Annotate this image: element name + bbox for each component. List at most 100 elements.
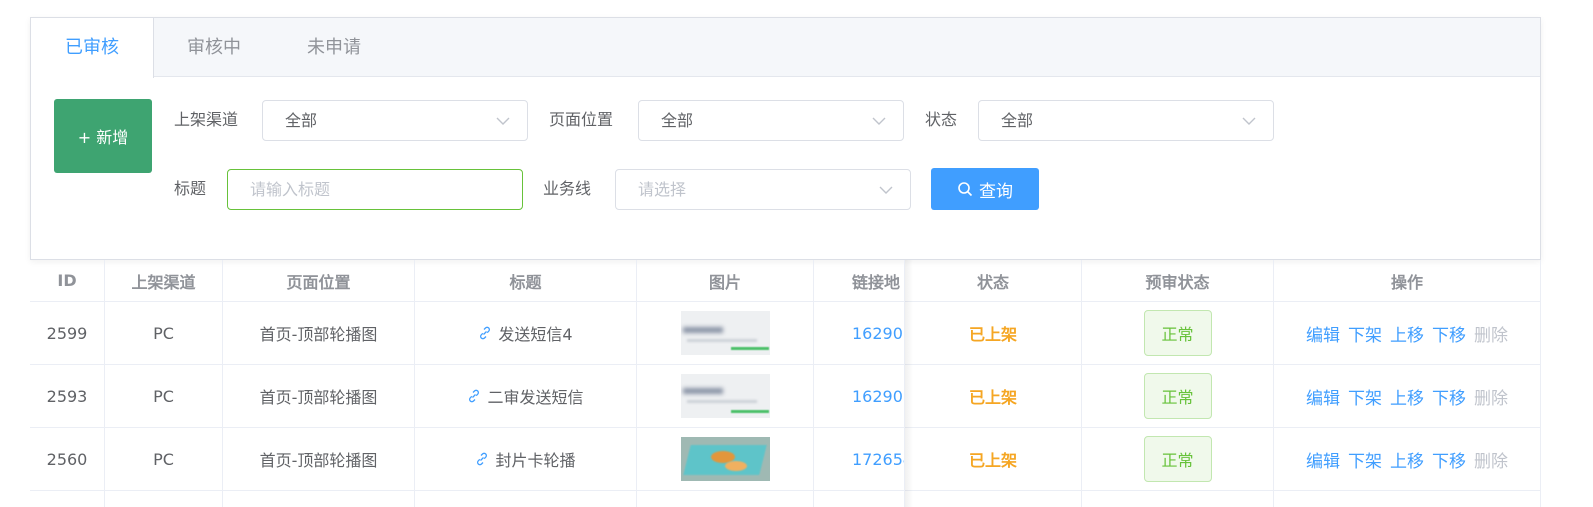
header-image: 图片 <box>637 260 814 301</box>
business-select[interactable]: 请选择 <box>615 169 911 210</box>
cell-title: 二审发送短信 <box>415 365 637 427</box>
cell-empty <box>905 491 1082 507</box>
title-input[interactable]: 请输入标题 <box>227 169 523 210</box>
cell-empty <box>415 491 637 507</box>
cell-id: 2599 <box>30 302 105 364</box>
cell-link[interactable]: 162907 <box>814 365 905 427</box>
review-tag: 正常 <box>1143 310 1212 356</box>
cell-link-text[interactable]: 162907 <box>852 324 904 343</box>
business-select-placeholder: 请选择 <box>638 180 687 199</box>
delete-button[interactable]: 删除 <box>1474 321 1508 346</box>
take-down-button[interactable]: 下架 <box>1348 447 1382 472</box>
link-icon <box>477 452 488 466</box>
take-down-button[interactable]: 下架 <box>1348 384 1382 409</box>
table-row: 2560 PC 首页-顶部轮播图 封片卡轮播 172654 已上架 正常 编辑 … <box>30 428 1541 491</box>
fixed-column-shadow <box>905 260 913 507</box>
table-row: 2593 PC 首页-顶部轮播图 二审发送短信 162907 已上架 正常 编辑… <box>30 365 1541 428</box>
cell-empty <box>105 491 223 507</box>
cell-status: 已上架 <box>905 302 1082 364</box>
cell-title-text: 发送短信4 <box>498 325 573 344</box>
cell-title-text: 封片卡轮播 <box>495 451 576 470</box>
tab-not-applied[interactable]: 未申请 <box>274 18 394 77</box>
cell-empty <box>637 491 814 507</box>
cell-empty <box>1082 491 1274 507</box>
header-title: 标题 <box>415 260 637 301</box>
cell-image <box>637 365 814 427</box>
tab-approved[interactable]: 已审核 <box>31 18 154 78</box>
tab-reviewing[interactable]: 审核中 <box>154 18 274 77</box>
cell-link-text[interactable]: 172654 <box>852 450 904 469</box>
move-down-button[interactable]: 下移 <box>1432 321 1466 346</box>
table-header: ID 上架渠道 页面位置 标题 图片 链接地 状态 预审状态 操作 <box>30 260 1541 302</box>
delete-button[interactable]: 删除 <box>1474 384 1508 409</box>
position-label: 页面位置 <box>549 110 614 129</box>
move-up-button[interactable]: 上移 <box>1390 447 1424 472</box>
cell-ops: 编辑 下架 上移 下移 删除 <box>1274 428 1541 490</box>
cell-ops: 编辑 下架 上移 下移 删除 <box>1274 302 1541 364</box>
chevron-down-icon <box>872 117 886 125</box>
channel-select-value: 全部 <box>285 111 318 130</box>
cell-review: 正常 <box>1082 365 1274 427</box>
cell-link[interactable]: 162907 <box>814 302 905 364</box>
cell-title: 封片卡轮播 <box>415 428 637 490</box>
position-select[interactable]: 全部 <box>638 100 904 141</box>
header-channel: 上架渠道 <box>105 260 223 301</box>
review-tag: 正常 <box>1143 436 1212 482</box>
link-icon <box>480 326 491 340</box>
edit-button[interactable]: 编辑 <box>1306 447 1340 472</box>
title-input-placeholder: 请输入标题 <box>250 180 331 199</box>
cell-position: 首页-顶部轮播图 <box>223 302 415 364</box>
edit-button[interactable]: 编辑 <box>1306 321 1340 346</box>
table-row-partial <box>30 491 1541 507</box>
header-ops: 操作 <box>1274 260 1541 301</box>
search-icon <box>958 182 973 197</box>
cell-link-text[interactable]: 162907 <box>852 387 904 406</box>
cell-image <box>637 428 814 490</box>
cell-position: 首页-顶部轮播图 <box>223 428 415 490</box>
chevron-down-icon <box>496 117 510 125</box>
thumbnail-image[interactable] <box>680 374 770 418</box>
header-position: 页面位置 <box>223 260 415 301</box>
cell-review: 正常 <box>1082 302 1274 364</box>
thumbnail-image[interactable] <box>680 311 770 355</box>
move-down-button[interactable]: 下移 <box>1432 384 1466 409</box>
chevron-down-icon <box>1242 117 1256 125</box>
status-text: 已上架 <box>968 451 1017 470</box>
cell-title-text: 二审发送短信 <box>487 388 584 407</box>
cell-empty <box>1274 491 1541 507</box>
cell-empty <box>223 491 415 507</box>
filter-card: 已审核 审核中 未申请 + 新增 上架渠道 全部 页面位置 全部 状态 全部 标… <box>30 17 1541 260</box>
header-id: ID <box>30 260 105 301</box>
header-link: 链接地 <box>814 260 905 301</box>
header-review: 预审状态 <box>1082 260 1274 301</box>
status-label: 状态 <box>925 110 958 129</box>
move-up-button[interactable]: 上移 <box>1390 384 1424 409</box>
title-label: 标题 <box>174 179 207 198</box>
business-label: 业务线 <box>543 179 592 198</box>
review-tag: 正常 <box>1143 373 1212 419</box>
move-up-button[interactable]: 上移 <box>1390 321 1424 346</box>
cell-review: 正常 <box>1082 428 1274 490</box>
cell-ops: 编辑 下架 上移 下移 删除 <box>1274 365 1541 427</box>
channel-select[interactable]: 全部 <box>262 100 528 141</box>
cell-id: 2593 <box>30 365 105 427</box>
cell-channel: PC <box>105 302 223 364</box>
search-button[interactable]: 查询 <box>931 168 1039 210</box>
delete-button[interactable]: 删除 <box>1474 447 1508 472</box>
chevron-down-icon <box>879 186 893 194</box>
take-down-button[interactable]: 下架 <box>1348 321 1382 346</box>
cell-title: 发送短信4 <box>415 302 637 364</box>
cell-link[interactable]: 172654 <box>814 428 905 490</box>
cell-empty <box>814 491 905 507</box>
status-select-value: 全部 <box>1001 111 1034 130</box>
move-down-button[interactable]: 下移 <box>1432 447 1466 472</box>
add-button[interactable]: + 新增 <box>54 99 152 173</box>
header-status: 状态 <box>905 260 1082 301</box>
cell-status: 已上架 <box>905 428 1082 490</box>
tab-bar: 已审核 审核中 未申请 <box>31 18 1540 78</box>
edit-button[interactable]: 编辑 <box>1306 384 1340 409</box>
thumbnail-image[interactable] <box>680 437 770 481</box>
status-select[interactable]: 全部 <box>978 100 1274 141</box>
cell-image <box>637 302 814 364</box>
cell-id: 2560 <box>30 428 105 490</box>
